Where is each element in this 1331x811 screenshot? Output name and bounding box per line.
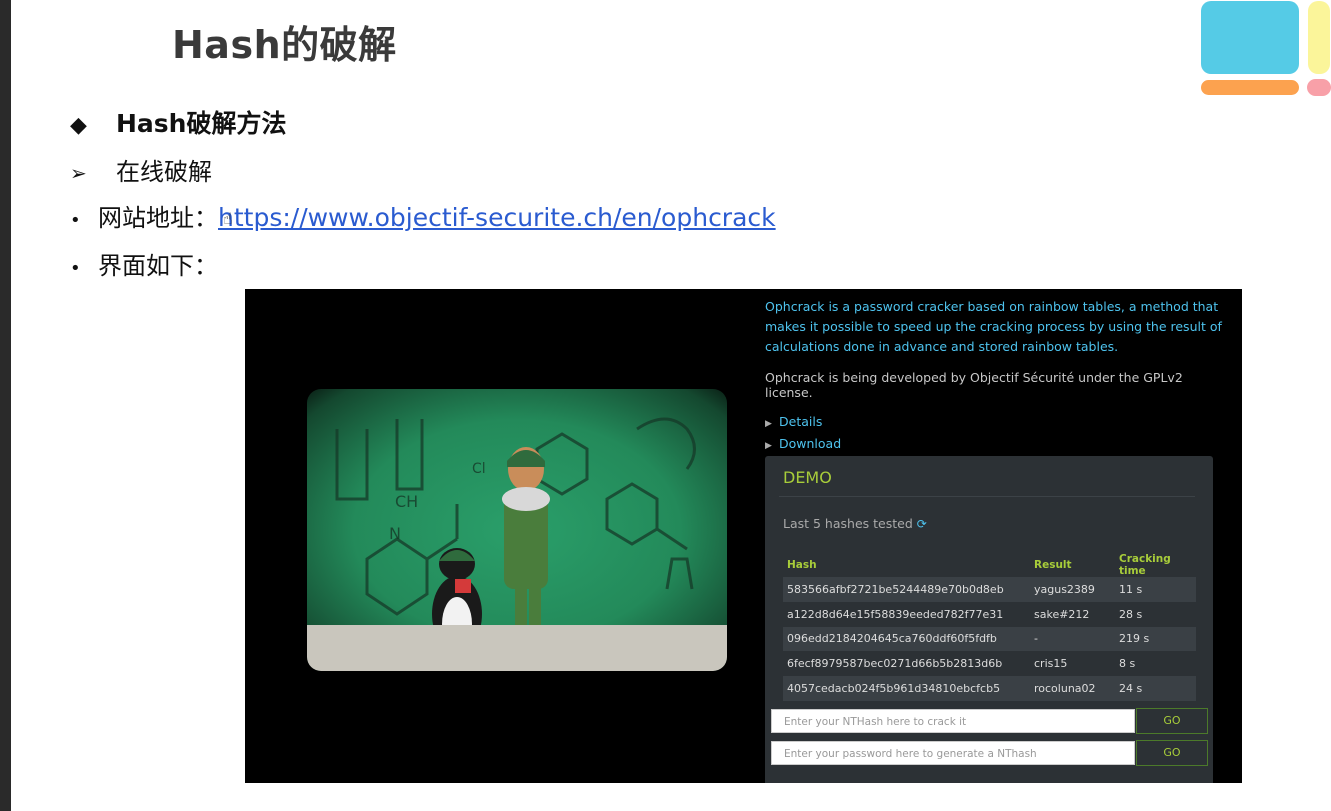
window-edge: [0, 0, 11, 811]
generate-go-button[interactable]: GO: [1136, 740, 1208, 766]
demo-subtitle: Last 5 hashes tested ⟳: [783, 516, 927, 531]
bullet-website: • 网站地址：https://www.objectif-securite.ch/e…: [70, 198, 776, 233]
nthash-input[interactable]: Enter your NTHash here to crack it: [771, 709, 1135, 733]
bullet-text: Hash破解方法: [116, 109, 287, 138]
decor-block-yellow: [1308, 1, 1330, 74]
bullet-text: 在线破解: [116, 158, 212, 186]
refresh-icon[interactable]: ⟳: [917, 517, 927, 531]
table-row: 4057cedacb024f5b961d34810ebcfcb5 rocolun…: [783, 676, 1196, 701]
bullet-interface: • 界面如下：: [70, 246, 218, 281]
divider: [779, 496, 1195, 497]
demo-panel: DEMO Last 5 hashes tested ⟳ Hash Result …: [765, 456, 1213, 783]
bullet-text: 界面如下：: [98, 252, 218, 280]
table-row: 6fecf8979587bec0271d66b5b2813d6b cris15 …: [783, 651, 1196, 677]
decor-block-cyan: [1201, 1, 1299, 74]
website-label: 网站地址：: [98, 204, 218, 232]
decor-dot-pink: [1307, 79, 1331, 96]
hash-table: Hash Result Cracking time 583566afbf2721…: [783, 553, 1196, 701]
table-row: 583566afbf2721be5244489e70b0d8eb yagus23…: [783, 577, 1196, 602]
details-link[interactable]: ▶ Details: [765, 412, 1225, 434]
svg-text:CH: CH: [395, 492, 418, 511]
ophcrack-link[interactable]: https://www.objectif-securite.ch/en/ophc…: [218, 203, 776, 232]
table-row: a122d8d64e15f58839eeded782f77e31 sake#21…: [783, 601, 1196, 627]
ophcrack-info: Ophcrack is a password cracker based on …: [765, 297, 1225, 456]
caret-right-icon: ▶: [765, 441, 772, 451]
developer-note: Ophcrack is being developed by Objectif …: [765, 370, 1183, 400]
slide-title: Hash的破解: [172, 23, 397, 67]
demo-title: DEMO: [783, 468, 832, 487]
col-result: Result: [1034, 559, 1072, 571]
ophcrack-screenshot: CH N Cl Ophcrack is a password cracker b…: [245, 289, 1242, 783]
arrow-bullet-icon: ➢: [70, 161, 87, 185]
diamond-bullet-icon: ◆: [70, 113, 87, 138]
col-hash: Hash: [787, 559, 817, 571]
caret-right-icon: ▶: [765, 419, 772, 429]
hand-cursor-icon: ☝: [223, 209, 233, 228]
ophcrack-description: Ophcrack is a password cracker based on …: [765, 299, 1222, 354]
decor-bar-orange: [1201, 80, 1299, 95]
svg-text:N: N: [389, 524, 401, 543]
download-link[interactable]: ▶ Download: [765, 434, 1225, 456]
dot-bullet-icon: •: [70, 258, 81, 279]
bullet-hash-methods: ◆ Hash破解方法: [70, 104, 286, 140]
col-cracking-time: Cracking time: [1119, 553, 1171, 577]
bullet-online-crack: ➢ 在线破解: [70, 152, 212, 187]
table-row: 096edd2184204645ca760ddf60f5fdfb - 219 s: [783, 626, 1196, 652]
password-input[interactable]: Enter your password here to generate a N…: [771, 741, 1135, 765]
ophcrack-illustration: CH N Cl: [307, 389, 727, 671]
dot-bullet-icon: •: [70, 210, 81, 231]
crack-go-button[interactable]: GO: [1136, 708, 1208, 734]
svg-text:Cl: Cl: [472, 461, 486, 477]
floor: [307, 625, 727, 671]
